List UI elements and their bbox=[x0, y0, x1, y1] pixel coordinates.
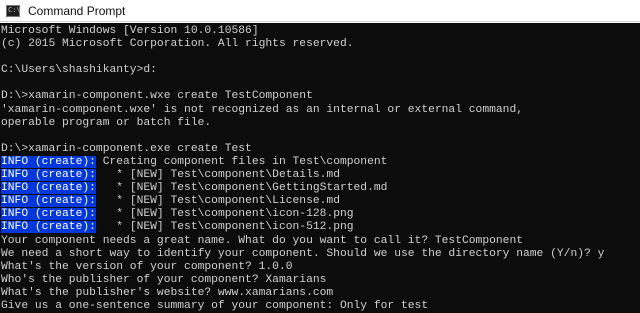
console-line: INFO (create): * [NEW] Test\component\ic… bbox=[1, 221, 640, 234]
console-line: D:\>xamarin-component.wxe create TestCom… bbox=[1, 90, 640, 103]
console-text: C:\Users\shashikanty>d: bbox=[1, 64, 157, 77]
console-line: INFO (create): * [NEW] Test\component\Li… bbox=[1, 195, 640, 208]
console-text: * [NEW] Test\component\License.md bbox=[95, 195, 340, 208]
selected-text: INFO (create): bbox=[1, 221, 96, 234]
console-line: D:\>xamarin-component.exe create Test bbox=[1, 143, 640, 156]
console-text: D:\>xamarin-component.wxe create TestCom… bbox=[1, 90, 313, 103]
console-text: Microsoft Windows [Version 10.0.10586] bbox=[1, 25, 259, 37]
console-text: * [NEW] Test\component\icon-512.png bbox=[95, 221, 354, 234]
console-line: operable program or batch file. bbox=[1, 117, 640, 130]
console-line: INFO (create): * [NEW] Test\component\De… bbox=[1, 169, 640, 182]
console-text: * [NEW] Test\component\icon-128.png bbox=[95, 208, 354, 221]
console-text: * [NEW] Test\component\GettingStarted.md bbox=[95, 182, 388, 195]
console-line: (c) 2015 Microsoft Corporation. All righ… bbox=[1, 38, 640, 51]
console-line: What's the version of your component? 1.… bbox=[1, 261, 640, 274]
selected-text: INFO (create): bbox=[1, 169, 96, 182]
selected-text: INFO (create): bbox=[1, 195, 96, 208]
console-line: We need a short way to identify your com… bbox=[1, 248, 640, 261]
console-text: (c) 2015 Microsoft Corporation. All righ… bbox=[1, 38, 354, 51]
console-text: D:\>xamarin-component.exe create Test bbox=[1, 142, 252, 155]
console-line: 'xamarin-component.wxe' is not recognize… bbox=[1, 104, 640, 117]
console-line: Who's the publisher of your component? X… bbox=[1, 274, 640, 287]
console-text: Give us a one-sentence summary of your c… bbox=[1, 299, 429, 312]
console-text: What's the publisher's website? www.xama… bbox=[1, 286, 334, 299]
selected-text: INFO (create): bbox=[1, 155, 96, 168]
console-text: Who's the publisher of your component? X… bbox=[1, 273, 327, 286]
console-line: What's the publisher's website? www.xama… bbox=[1, 287, 640, 300]
console-line: INFO (create): * [NEW] Test\component\Ge… bbox=[1, 182, 640, 195]
cmd-icon: C:\ bbox=[6, 4, 21, 17]
console-line: INFO (create): Creating component files … bbox=[1, 155, 640, 169]
console-text: 'xamarin-component.wxe' is not recognize… bbox=[1, 103, 524, 116]
console-output[interactable]: Microsoft Windows [Version 10.0.10586] (c… bbox=[0, 23, 640, 313]
console-line: Give us a one-sentence summary of your c… bbox=[1, 300, 640, 313]
console-text: * [NEW] Test\component\Details.md bbox=[95, 169, 340, 182]
console-line: C:\Users\shashikanty>d: bbox=[1, 64, 640, 77]
console-line: Your component needs a great name. What … bbox=[1, 235, 640, 248]
selected-text: INFO (create): bbox=[1, 182, 96, 195]
console-text: We need a short way to identify your com… bbox=[1, 247, 605, 260]
console-text: operable program or batch file. bbox=[1, 116, 212, 129]
console-line: INFO (create): * [NEW] Test\component\ic… bbox=[1, 208, 640, 221]
console-text: Your component needs a great name. What … bbox=[1, 234, 524, 247]
console-line: Microsoft Windows [Version 10.0.10586] bbox=[1, 25, 640, 38]
window-title: Command Prompt bbox=[28, 3, 126, 18]
console-text: What's the version of your component? 1.… bbox=[1, 260, 293, 273]
command-prompt-window: C:\ Command Prompt Microsoft Windows [Ve… bbox=[0, 0, 640, 313]
title-bar[interactable]: C:\ Command Prompt bbox=[0, 0, 640, 22]
console-text: Creating component files in Test\compone… bbox=[95, 155, 388, 168]
selected-text: INFO (create): bbox=[1, 208, 96, 221]
